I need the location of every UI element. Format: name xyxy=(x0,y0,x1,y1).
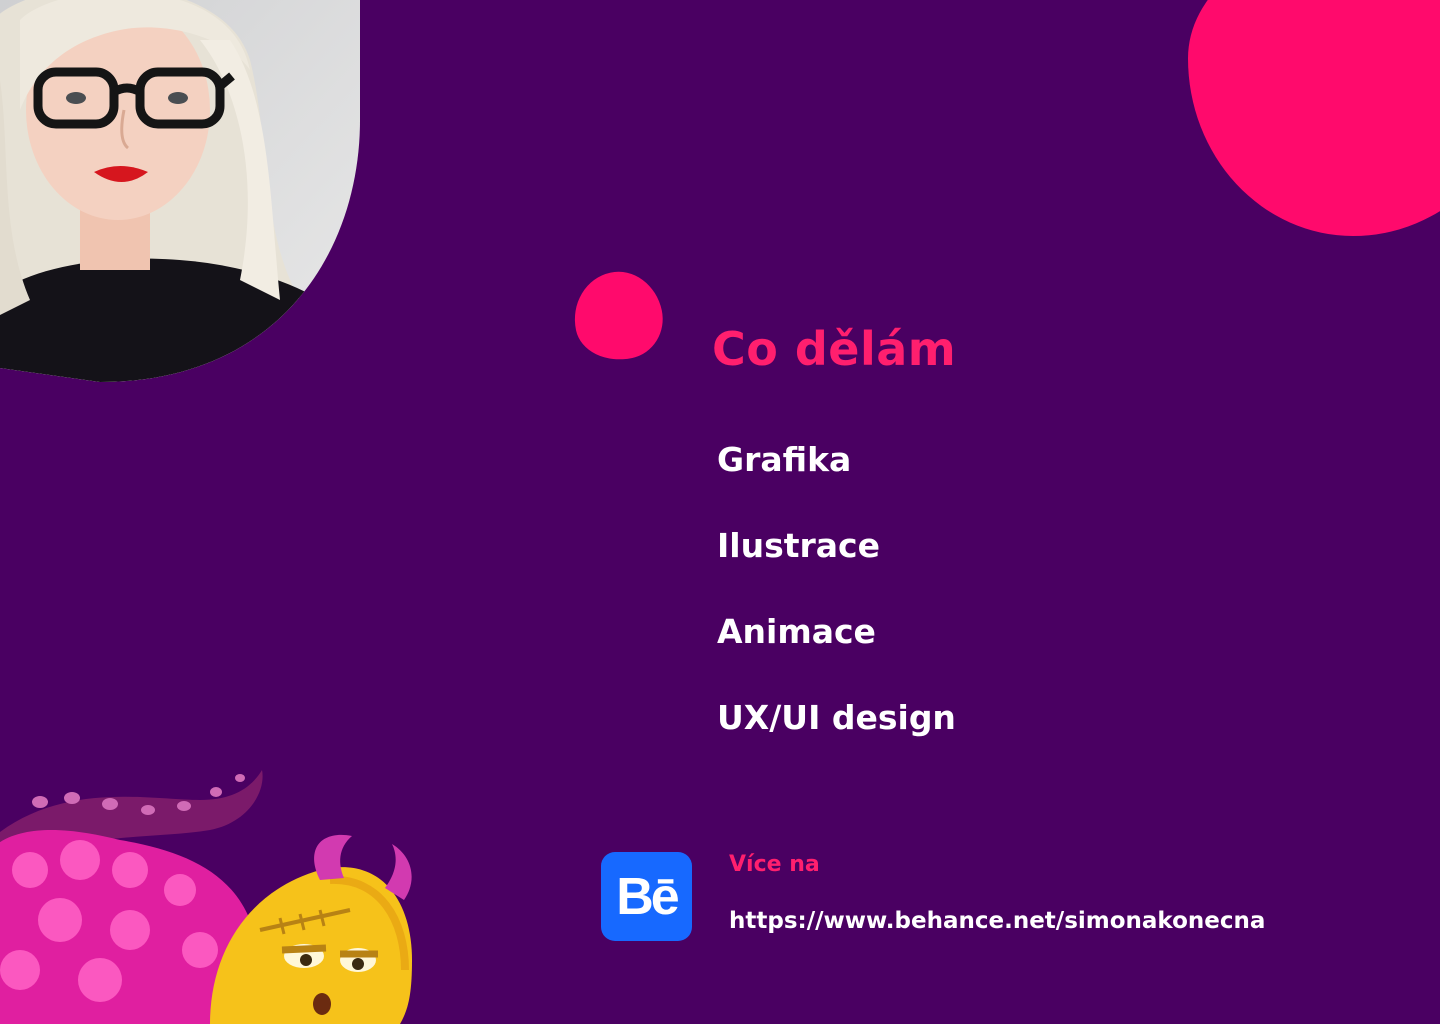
service-item: Ilustrace xyxy=(717,526,880,565)
behance-link[interactable]: https://www.behance.net/simonakonecna xyxy=(729,908,1265,934)
behance-icon[interactable]: Bē xyxy=(601,852,692,941)
page: Co dělám Grafika Ilustrace Animace UX/UI… xyxy=(0,0,1440,1024)
section-heading: Co dělám xyxy=(712,322,957,376)
monster-illustration xyxy=(0,770,412,1024)
pink-blob xyxy=(1188,0,1440,236)
portrait-photo xyxy=(0,0,360,382)
services-list: Grafika Ilustrace Animace UX/UI design xyxy=(717,438,956,782)
pink-blob xyxy=(565,263,671,369)
service-item: UX/UI design xyxy=(717,698,956,737)
more-label: Více na xyxy=(729,852,820,877)
service-item: Grafika xyxy=(717,440,852,479)
service-item: Animace xyxy=(717,612,876,651)
behance-logo-text: Bē xyxy=(616,867,680,926)
